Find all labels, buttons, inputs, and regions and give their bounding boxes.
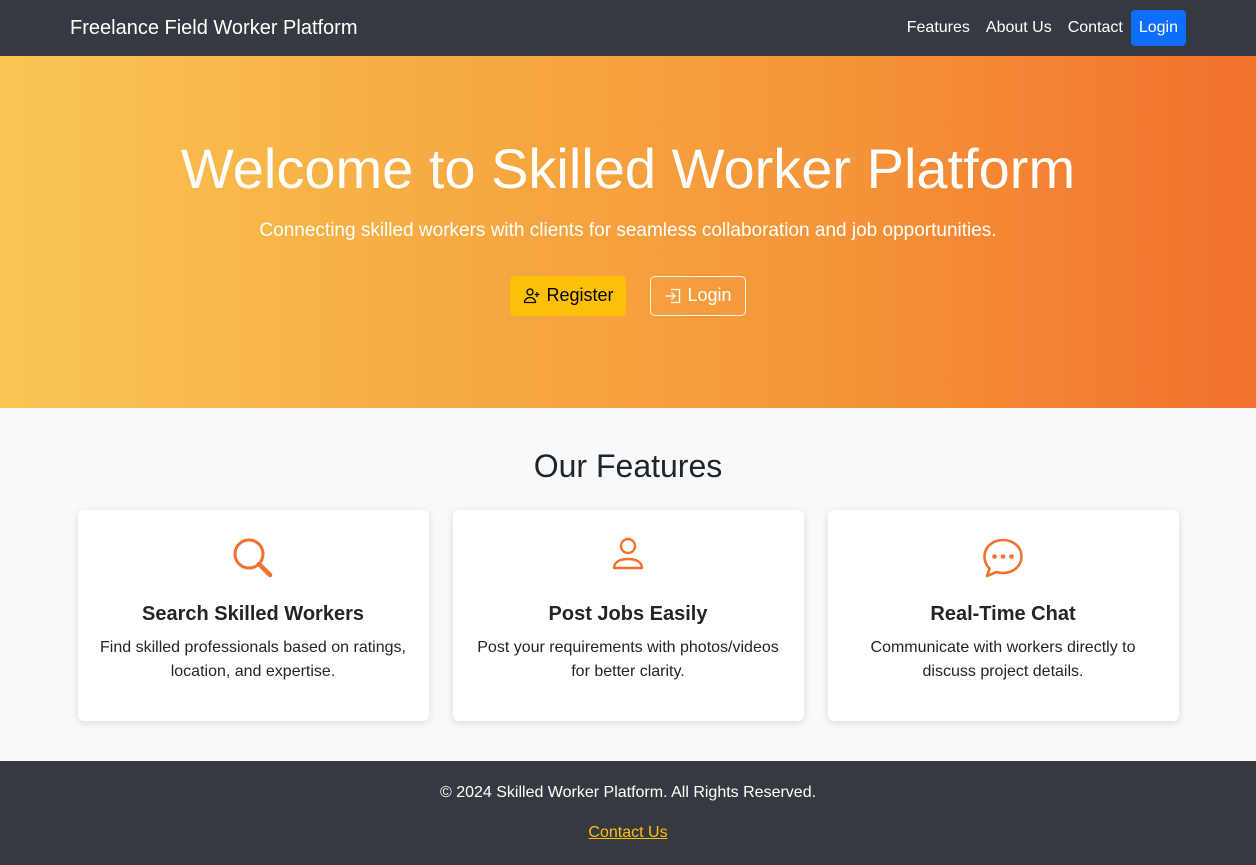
login-icon <box>665 288 681 303</box>
feature-card-text: Find skilled professionals based on rati… <box>100 639 406 680</box>
features-title: Our Features <box>533 448 723 484</box>
feature-card-title: Post Jobs Easily <box>548 603 708 625</box>
nav-link-about-us[interactable]: About Us <box>986 19 1052 37</box>
hero-login-button[interactable]: Login <box>650 275 746 316</box>
register-label: Register <box>546 285 614 306</box>
hero-login-label: Login <box>687 285 732 306</box>
footer: © 2024 Skilled Worker Platform. All Righ… <box>0 761 1256 865</box>
person-icon <box>612 537 644 570</box>
person-add-icon <box>524 287 540 303</box>
footer-contact-link[interactable]: Contact Us <box>588 824 667 842</box>
nav-link-features[interactable]: Features <box>907 19 970 37</box>
register-button[interactable]: Register <box>510 275 627 316</box>
hero-buttons: Register Login <box>0 275 1256 316</box>
nav-link-contact[interactable]: Contact <box>1068 19 1123 37</box>
nav-login-button[interactable]: Login <box>1130 10 1186 46</box>
feature-card-text: Communicate with workers directly to dis… <box>870 639 1136 680</box>
feature-cards: Search Skilled Workers Find skilled prof… <box>0 510 1256 721</box>
hero-subtitle: Connecting skilled workers with clients … <box>259 219 997 241</box>
chat-icon <box>983 538 1023 578</box>
feature-card-search: Search Skilled Workers Find skilled prof… <box>77 510 429 721</box>
nav-links: Features About Us Contact Login <box>891 10 1186 46</box>
navbar: Freelance Field Worker Platform Features… <box>0 0 1256 56</box>
features-section: Our Features Search Skilled Workers Find… <box>0 408 1256 761</box>
hero-title: Welcome to Skilled Worker Platform <box>180 137 1076 200</box>
feature-card-post-jobs: Post Jobs Easily Post your requirements … <box>452 510 804 721</box>
feature-card-title: Search Skilled Workers <box>142 603 364 625</box>
feature-card-title: Real-Time Chat <box>930 603 1076 625</box>
feature-card-text: Post your requirements with photos/video… <box>477 639 779 680</box>
search-icon <box>233 538 273 578</box>
hero-section: Welcome to Skilled Worker Platform Conne… <box>0 56 1256 408</box>
feature-card-chat: Real-Time Chat Communicate with workers … <box>827 510 1179 721</box>
brand-link[interactable]: Freelance Field Worker Platform <box>70 17 358 40</box>
footer-copyright: © 2024 Skilled Worker Platform. All Righ… <box>439 784 817 801</box>
